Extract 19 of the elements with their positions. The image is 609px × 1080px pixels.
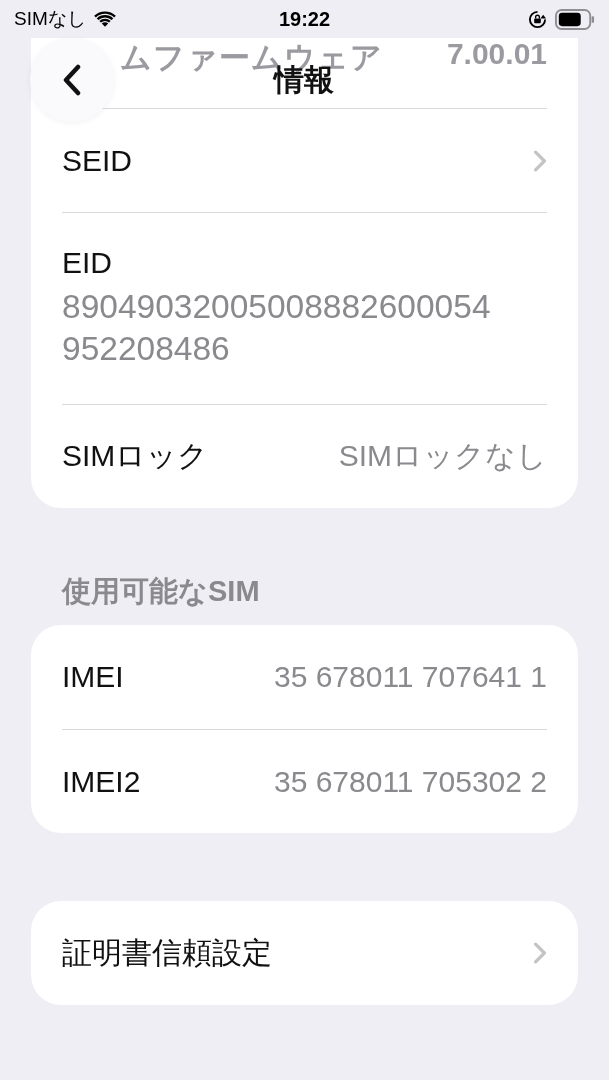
rotation-lock-icon	[528, 9, 547, 29]
chevron-icon	[533, 942, 547, 964]
back-icon	[62, 64, 82, 96]
battery-icon	[555, 8, 595, 30]
row-value: 35 678011 705302 2	[273, 764, 547, 799]
row-value: 7.00.01	[446, 37, 547, 71]
chevron-icon	[533, 149, 547, 172]
row-label: SIMロック	[62, 438, 209, 474]
row-label: IMEI2	[62, 764, 141, 799]
carrier-text: SIMなし	[14, 7, 86, 31]
row-label: IMEI	[62, 660, 124, 694]
section-header: 使用可能なSIM	[60, 574, 261, 609]
settings-row[interactable]: 証明書信頼設定	[62, 901, 547, 1005]
row-value: SIMロックなし	[338, 438, 547, 474]
row-value: 89049032005008882600054952208486	[62, 287, 492, 369]
clock-time: 19:22	[278, 7, 331, 31]
wifi-icon	[93, 10, 116, 28]
row-value: 35 678011 707641 1	[273, 660, 547, 694]
row-label: EID	[62, 246, 112, 280]
